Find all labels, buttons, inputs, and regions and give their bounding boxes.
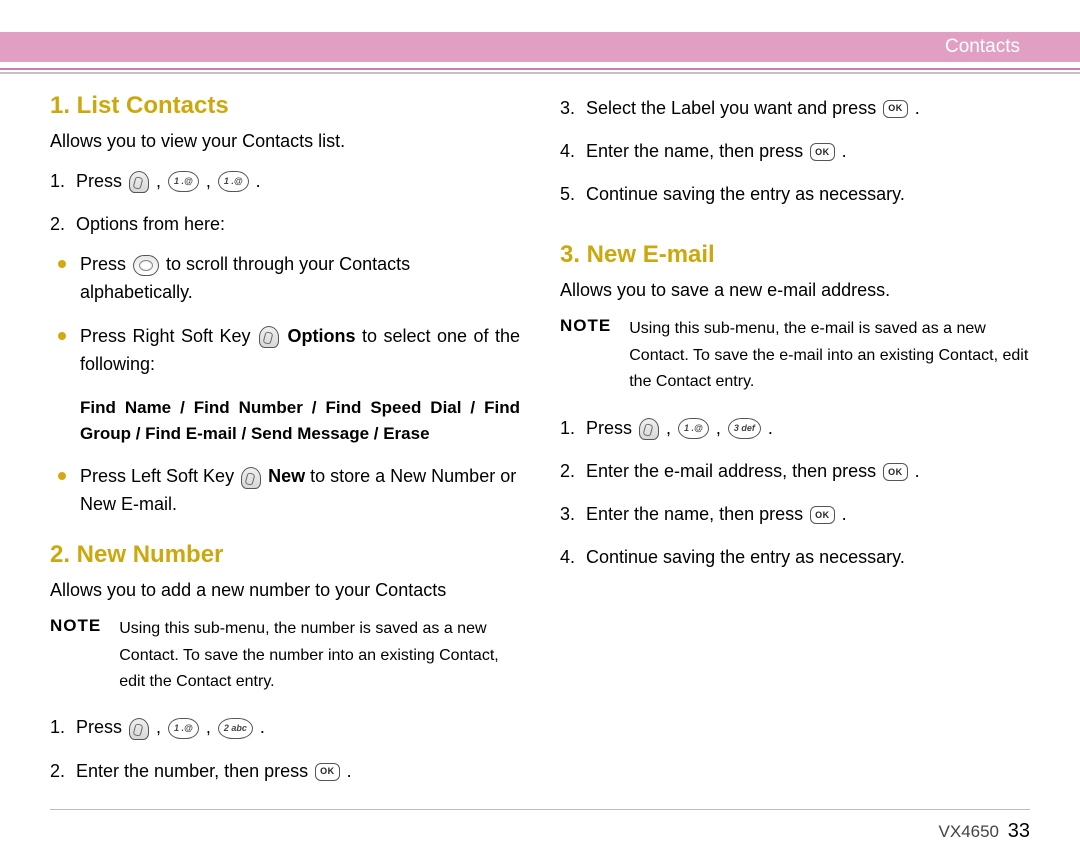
left-column: 1. List Contacts Allows you to view your… [50,92,520,798]
step-2-5: 5. Continue saving the entry as necessar… [560,178,1030,211]
divider-purple [0,68,1080,70]
step-3-4: 4. Continue saving the entry as necessar… [560,541,1030,574]
footer-page: 33 [1008,820,1030,842]
intro-list-contacts: Allows you to view your Contacts list. [50,128,520,155]
ok-key-icon: OK [315,763,340,781]
footer-model: VX4650 [939,822,1000,841]
ok-key-icon: OK [883,463,908,481]
step-3-1: 1. Press , 1 .@ , 3 def . [560,412,1030,445]
step-2-4: 4. Enter the name, then press OK . [560,135,1030,168]
menu-key-icon [639,418,659,440]
intro-new-number: Allows you to add a new number to your C… [50,577,520,604]
page-body: 1. List Contacts Allows you to view your… [0,74,1080,798]
heading-list-contacts: 1. List Contacts [50,92,520,120]
header-title: Contacts [945,36,1020,58]
bullet-new: Press Left Soft Key New to store a New N… [50,463,520,519]
right-soft-key-icon [259,326,279,348]
ok-key-icon: OK [810,506,835,524]
note-new-number: NOTE Using this sub-menu, the number is … [50,616,520,695]
menu-key-icon [129,171,149,193]
step-3-3: 3. Enter the name, then press OK . [560,498,1030,531]
heading-new-email: 3. New E-mail [560,241,1030,269]
ok-key-icon: OK [810,143,835,161]
options-list-bold: Find Name / Find Number / Find Speed Dia… [50,395,520,448]
key-1-icon: 1 .@ [218,171,249,192]
footer-text: VX4650 33 [50,820,1030,843]
step-1-2: 2. Options from here: [50,208,520,241]
note-label: NOTE [50,616,101,636]
heading-new-number: 2. New Number [50,541,520,569]
note-text: Using this sub-menu, the e-mail is saved… [629,316,1030,395]
footer: VX4650 33 [50,809,1030,843]
nav-key-icon [133,255,159,276]
left-soft-key-icon [241,467,261,489]
ok-key-icon: OK [883,100,908,118]
note-label: NOTE [560,316,611,336]
step-2-1: 1. Press , 1 .@ , 2 abc . [50,711,520,744]
step-2-2: 2. Enter the number, then press OK . [50,755,520,788]
right-column: 3. Select the Label you want and press O… [560,92,1030,798]
step-1-1: 1. Press , 1 .@ , 1 .@ . [50,165,520,198]
footer-divider [50,809,1030,810]
bullet-options: Press Right Soft Key Options to select o… [50,323,520,379]
key-1-icon: 1 .@ [168,718,199,739]
step-2-3: 3. Select the Label you want and press O… [560,92,1030,125]
header-band: Contacts [0,32,1080,62]
note-text: Using this sub-menu, the number is saved… [119,616,520,695]
intro-new-email: Allows you to save a new e-mail address. [560,277,1030,304]
key-1-icon: 1 .@ [678,418,709,439]
note-new-email: NOTE Using this sub-menu, the e-mail is … [560,316,1030,395]
key-3-icon: 3 def [728,418,761,439]
step-3-2: 2. Enter the e-mail address, then press … [560,455,1030,488]
bullet-scroll: Press to scroll through your Contacts al… [50,251,520,307]
menu-key-icon [129,718,149,740]
key-2-icon: 2 abc [218,718,253,739]
key-1-icon: 1 .@ [168,171,199,192]
